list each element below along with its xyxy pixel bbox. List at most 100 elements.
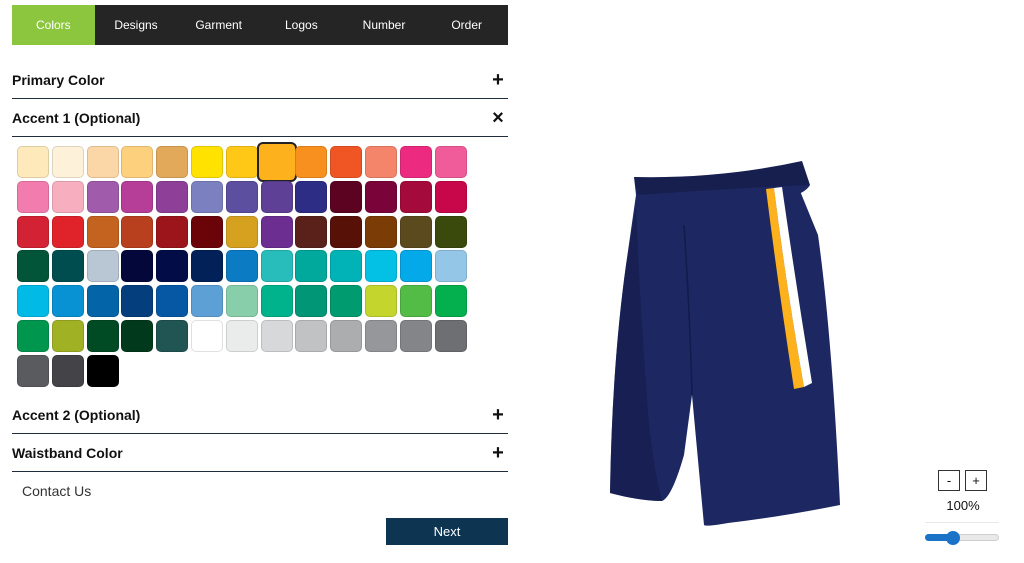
color-swatch[interactable] <box>191 250 223 283</box>
color-swatch[interactable] <box>121 180 154 213</box>
color-swatch[interactable] <box>256 142 297 182</box>
color-swatch[interactable] <box>330 285 363 318</box>
color-swatch[interactable] <box>399 285 432 318</box>
color-swatch[interactable] <box>191 180 223 213</box>
color-swatch[interactable] <box>434 180 467 213</box>
color-swatch[interactable] <box>295 250 328 283</box>
color-swatch[interactable] <box>121 146 154 178</box>
color-swatch[interactable] <box>434 285 467 318</box>
color-swatch[interactable] <box>51 285 84 318</box>
tab-garment[interactable]: Garment <box>177 5 260 45</box>
color-swatch[interactable] <box>225 146 258 178</box>
color-swatch[interactable] <box>399 215 432 248</box>
color-swatch[interactable] <box>17 146 49 178</box>
color-swatch[interactable] <box>260 180 293 213</box>
color-swatch[interactable] <box>51 320 84 352</box>
color-swatch[interactable] <box>434 320 467 352</box>
color-swatch[interactable] <box>399 146 432 178</box>
color-swatch[interactable] <box>295 215 328 248</box>
color-swatch[interactable] <box>365 215 397 248</box>
color-swatch[interactable] <box>191 215 223 248</box>
color-swatch[interactable] <box>365 180 397 213</box>
slider-thumb[interactable] <box>946 531 961 545</box>
section-accent-1[interactable]: Accent 1 (Optional) × <box>12 100 508 137</box>
color-swatch[interactable] <box>156 320 189 352</box>
section-waistband-color[interactable]: Waistband Color + <box>12 435 508 472</box>
color-swatch[interactable] <box>225 320 258 352</box>
section-primary-color[interactable]: Primary Color + <box>12 62 508 99</box>
plus-icon[interactable]: + <box>488 70 508 90</box>
color-swatch[interactable] <box>225 180 258 213</box>
color-swatch[interactable] <box>86 180 119 213</box>
color-swatch[interactable] <box>191 146 223 178</box>
plus-icon[interactable]: + <box>488 443 508 463</box>
color-swatch[interactable] <box>121 285 154 318</box>
color-swatch[interactable] <box>260 250 293 283</box>
tab-order[interactable]: Order <box>425 5 508 45</box>
color-swatch[interactable] <box>225 215 258 248</box>
zoom-in-button[interactable]: + <box>965 470 987 491</box>
color-swatch[interactable] <box>17 250 49 283</box>
color-swatch[interactable] <box>156 180 189 213</box>
contact-us-link[interactable]: Contact Us <box>22 483 91 499</box>
zoom-slider[interactable] <box>925 531 999 545</box>
color-swatch[interactable] <box>260 285 293 318</box>
color-swatch[interactable] <box>86 285 119 318</box>
color-swatch[interactable] <box>330 320 363 352</box>
color-swatch[interactable] <box>191 285 223 318</box>
color-swatch[interactable] <box>51 180 84 213</box>
color-swatch[interactable] <box>17 180 49 213</box>
color-swatch[interactable] <box>86 354 119 387</box>
tab-colors[interactable]: Colors <box>12 5 95 45</box>
color-swatch[interactable] <box>434 215 467 248</box>
color-swatch[interactable] <box>399 250 432 283</box>
color-swatch[interactable] <box>330 250 363 283</box>
color-swatch[interactable] <box>51 354 84 387</box>
color-swatch[interactable] <box>399 180 432 213</box>
color-swatch[interactable] <box>17 215 49 248</box>
color-swatch[interactable] <box>260 320 293 352</box>
color-swatch[interactable] <box>365 320 397 352</box>
color-swatch[interactable] <box>434 250 467 283</box>
tab-designs[interactable]: Designs <box>95 5 178 45</box>
color-swatch[interactable] <box>17 285 49 318</box>
color-swatch[interactable] <box>121 250 154 283</box>
color-swatch[interactable] <box>51 146 84 178</box>
color-swatch[interactable] <box>434 146 467 178</box>
color-swatch[interactable] <box>86 250 119 283</box>
color-swatch[interactable] <box>86 215 119 248</box>
color-swatch[interactable] <box>295 285 328 318</box>
color-swatch[interactable] <box>156 215 189 248</box>
color-swatch[interactable] <box>399 320 432 352</box>
tab-logos[interactable]: Logos <box>260 5 343 45</box>
color-swatch[interactable] <box>156 285 189 318</box>
color-swatch[interactable] <box>225 250 258 283</box>
color-swatch[interactable] <box>156 250 189 283</box>
color-swatch[interactable] <box>121 320 154 352</box>
section-accent-2[interactable]: Accent 2 (Optional) + <box>12 397 508 434</box>
color-swatch[interactable] <box>365 250 397 283</box>
color-swatch[interactable] <box>51 215 84 248</box>
color-swatch[interactable] <box>365 146 397 178</box>
zoom-out-button[interactable]: - <box>938 470 960 491</box>
color-swatch[interactable] <box>295 180 328 213</box>
next-button[interactable]: Next <box>386 518 508 545</box>
color-swatch[interactable] <box>330 180 363 213</box>
color-swatch[interactable] <box>191 320 223 352</box>
color-swatch[interactable] <box>295 320 328 352</box>
color-swatch[interactable] <box>121 215 154 248</box>
color-swatch[interactable] <box>330 215 363 248</box>
color-swatch[interactable] <box>365 285 397 318</box>
tab-number[interactable]: Number <box>343 5 426 45</box>
color-swatch[interactable] <box>156 146 189 178</box>
color-swatch[interactable] <box>17 320 49 352</box>
plus-icon[interactable]: + <box>488 405 508 425</box>
color-swatch[interactable] <box>86 320 119 352</box>
color-swatch[interactable] <box>260 215 293 248</box>
color-swatch[interactable] <box>51 250 84 283</box>
color-swatch[interactable] <box>330 146 363 178</box>
color-swatch[interactable] <box>225 285 258 318</box>
close-icon[interactable]: × <box>488 108 508 128</box>
color-swatch[interactable] <box>17 354 49 387</box>
color-swatch[interactable] <box>86 146 119 178</box>
